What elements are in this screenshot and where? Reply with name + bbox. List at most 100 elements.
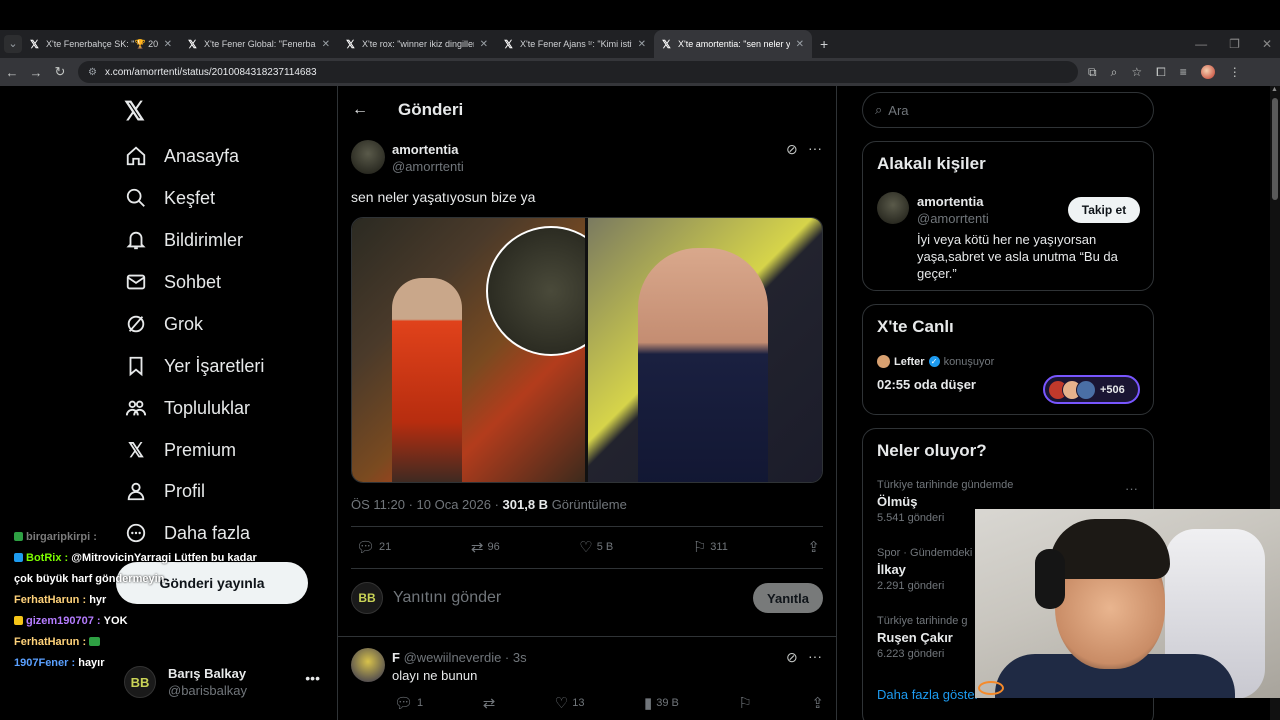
- repost-count: 96: [487, 541, 500, 553]
- install-app-icon[interactable]: ⧉: [1088, 65, 1097, 80]
- avatar[interactable]: [351, 648, 385, 682]
- live-host-line: Lefter ✓ konuşuyor: [877, 355, 994, 368]
- tab-title: X'te Fener Ajans ᵗʳ: "Kimi istiyo: [520, 39, 632, 49]
- minimize-icon[interactable]: —: [1195, 37, 1207, 51]
- media-icon[interactable]: ≡: [1180, 65, 1187, 79]
- trend-item[interactable]: Spor · Gündemdeki İlkay 2.291 gönderi: [877, 547, 972, 592]
- reload-icon[interactable]: ↻: [48, 64, 72, 80]
- repost-button[interactable]: ⇄: [483, 694, 496, 712]
- reply-button[interactable]: 💬︎ 1: [394, 694, 423, 712]
- nav-item-notifications[interactable]: Bildirimler: [124, 220, 243, 260]
- nav-item-bookmarks[interactable]: Yer İşaretleri: [124, 346, 264, 386]
- close-tab-icon[interactable]: ✕: [480, 39, 488, 50]
- new-tab-icon[interactable]: +: [820, 36, 828, 52]
- tab-bar: ⌄ 𝕏 X'te Fenerbahçe SK: "🏆 2025 T ✕ 𝕏 X'te …: [0, 30, 1280, 58]
- more-dots-icon[interactable]: ···: [808, 648, 822, 664]
- menu-kebab-icon[interactable]: ⋮: [1229, 65, 1241, 79]
- verified-badge-icon: ✓: [928, 356, 940, 367]
- back-arrow-icon[interactable]: ←: [0, 65, 24, 80]
- x-favicon-icon: 𝕏: [504, 38, 513, 51]
- like-button[interactable]: ♡ 13: [555, 694, 585, 712]
- chat-badge-icon: [14, 553, 23, 562]
- live-card[interactable]: X'te Canlı Lefter ✓ konuşuyor 02:55 oda …: [862, 304, 1154, 415]
- author-handle[interactable]: @amorrtenti: [392, 159, 464, 174]
- person-handle[interactable]: @amorrtenti: [917, 211, 989, 226]
- like-button[interactable]: ♡ 5 B: [579, 538, 613, 556]
- speaking-label: konuşuyor: [943, 355, 995, 368]
- extensions-icon[interactable]: ⧠: [1156, 65, 1166, 80]
- reply-submit-button[interactable]: Yanıtla: [753, 583, 823, 613]
- site-info-icon[interactable]: ⚙: [88, 67, 97, 78]
- bookmark-button[interactable]: ⚐: [738, 694, 751, 712]
- follow-button[interactable]: Takip et: [1068, 197, 1140, 223]
- nav-item-grok[interactable]: Grok: [124, 304, 203, 344]
- trend-post-count: 2.291 gönderi: [877, 580, 945, 592]
- nav-item-communities[interactable]: Topluluklar: [124, 388, 250, 428]
- x-logo-icon[interactable]: 𝕏: [124, 98, 150, 124]
- trend-item[interactable]: Türkiye tarihinde g Ruşen Çakır 6.223 gö…: [877, 615, 968, 660]
- close-tab-icon[interactable]: ✕: [638, 39, 646, 50]
- reply-input[interactable]: Yanıtını gönder: [393, 589, 753, 607]
- media-image-left: [352, 218, 616, 482]
- bookmark-button[interactable]: ⚐ 311: [693, 538, 728, 556]
- bell-icon: [124, 228, 148, 252]
- scroll-thumb[interactable]: [1272, 98, 1278, 200]
- search-icon: ⌕: [875, 102, 883, 117]
- nav-item-home[interactable]: Anasayfa: [124, 136, 239, 176]
- close-tab-icon[interactable]: ✕: [796, 39, 804, 50]
- person-name[interactable]: amortentia: [917, 194, 983, 209]
- forward-arrow-icon[interactable]: →: [24, 65, 48, 80]
- nav-item-profile[interactable]: Profil: [124, 471, 205, 511]
- post-actions: 💬︎ 21 ⇄ 96 ♡ 5 B ⚐ 311 ⇪: [356, 538, 820, 556]
- nav-item-chat[interactable]: Sohbet: [124, 262, 221, 302]
- show-more-link[interactable]: Daha fazla göster: [877, 687, 979, 702]
- browser-tab-active[interactable]: 𝕏 X'te amortentia: "sen neler yaşa ✕: [654, 30, 812, 58]
- avatar[interactable]: [877, 192, 909, 224]
- more-dots-icon[interactable]: ···: [1125, 481, 1138, 496]
- back-arrow-icon[interactable]: ←: [352, 101, 372, 119]
- post-text: sen neler yaşatıyosun bize ya: [351, 189, 536, 205]
- chat-user: BotRix :: [26, 551, 69, 564]
- author-name[interactable]: amortentia: [392, 142, 458, 157]
- share-button[interactable]: ⇪: [811, 694, 824, 712]
- browser-tab[interactable]: 𝕏 X'te Fenerbahçe SK: "🏆 2025 T ✕: [22, 30, 180, 58]
- reply-icon: 💬︎: [356, 539, 376, 556]
- star-icon[interactable]: ☆: [1131, 65, 1142, 79]
- trend-context: Türkiye tarihinde gündemde: [877, 479, 1014, 491]
- post-media[interactable]: [351, 217, 823, 483]
- close-tab-icon[interactable]: ✕: [164, 39, 172, 50]
- reply-header: F @wewiilneverdie · 3s: [392, 650, 527, 665]
- mail-icon: [124, 270, 148, 294]
- search-input[interactable]: [888, 102, 1129, 118]
- reply-author-handle[interactable]: @wewiilneverdie · 3s: [404, 650, 527, 665]
- url-field[interactable]: ⚙ x.com/amorrtenti/status/20100843182371…: [78, 61, 1078, 83]
- reply-actions: 💬︎ 1 ⇄ ♡ 13 ▮ 39 B ⚐ ⇪: [394, 694, 824, 712]
- grok-icon[interactable]: ⊘: [786, 141, 798, 158]
- browser-tab[interactable]: 𝕏 X'te Fener Ajans ᵗʳ: "Kimi istiyo ✕: [496, 30, 654, 58]
- nav-item-explore[interactable]: Keşfet: [124, 178, 215, 218]
- post-time[interactable]: ÖS 11:20 · 10 Oca 2026 ·: [351, 497, 503, 512]
- zoom-icon[interactable]: ⌕: [1111, 65, 1118, 80]
- share-button[interactable]: ⇪: [807, 538, 820, 556]
- close-tab-icon[interactable]: ✕: [322, 39, 330, 50]
- browser-tab[interactable]: 𝕏 X'te rox: "winner ikiz dingillerin ✕: [338, 30, 496, 58]
- reply-button[interactable]: 💬︎ 21: [356, 538, 391, 556]
- nav-label: Profil: [164, 480, 206, 501]
- like-count: 13: [572, 697, 585, 709]
- views-button[interactable]: ▮ 39 B: [644, 694, 679, 712]
- card-title: Alakalı kişiler: [877, 154, 986, 173]
- reply-author-name[interactable]: F: [392, 650, 400, 665]
- repost-button[interactable]: ⇄ 96: [471, 538, 500, 556]
- close-window-icon[interactable]: ✕: [1262, 37, 1272, 51]
- more-dots-icon[interactable]: ···: [808, 140, 822, 156]
- tab-search-button[interactable]: ⌄: [4, 35, 22, 53]
- restore-icon[interactable]: ❐: [1229, 37, 1240, 51]
- grok-icon[interactable]: ⊘: [786, 649, 798, 666]
- nav-item-premium[interactable]: 𝕏 Premium: [124, 430, 236, 470]
- avatar[interactable]: [351, 140, 385, 174]
- trend-context: Spor · Gündemdeki: [877, 547, 973, 559]
- browser-tab[interactable]: 𝕏 X'te Fener Global: "Fenerbahçe ✕: [180, 30, 338, 58]
- scroll-up-icon[interactable]: ▲: [1271, 86, 1278, 93]
- listener-pill[interactable]: +506: [1043, 375, 1140, 404]
- profile-avatar[interactable]: [1200, 65, 1215, 79]
